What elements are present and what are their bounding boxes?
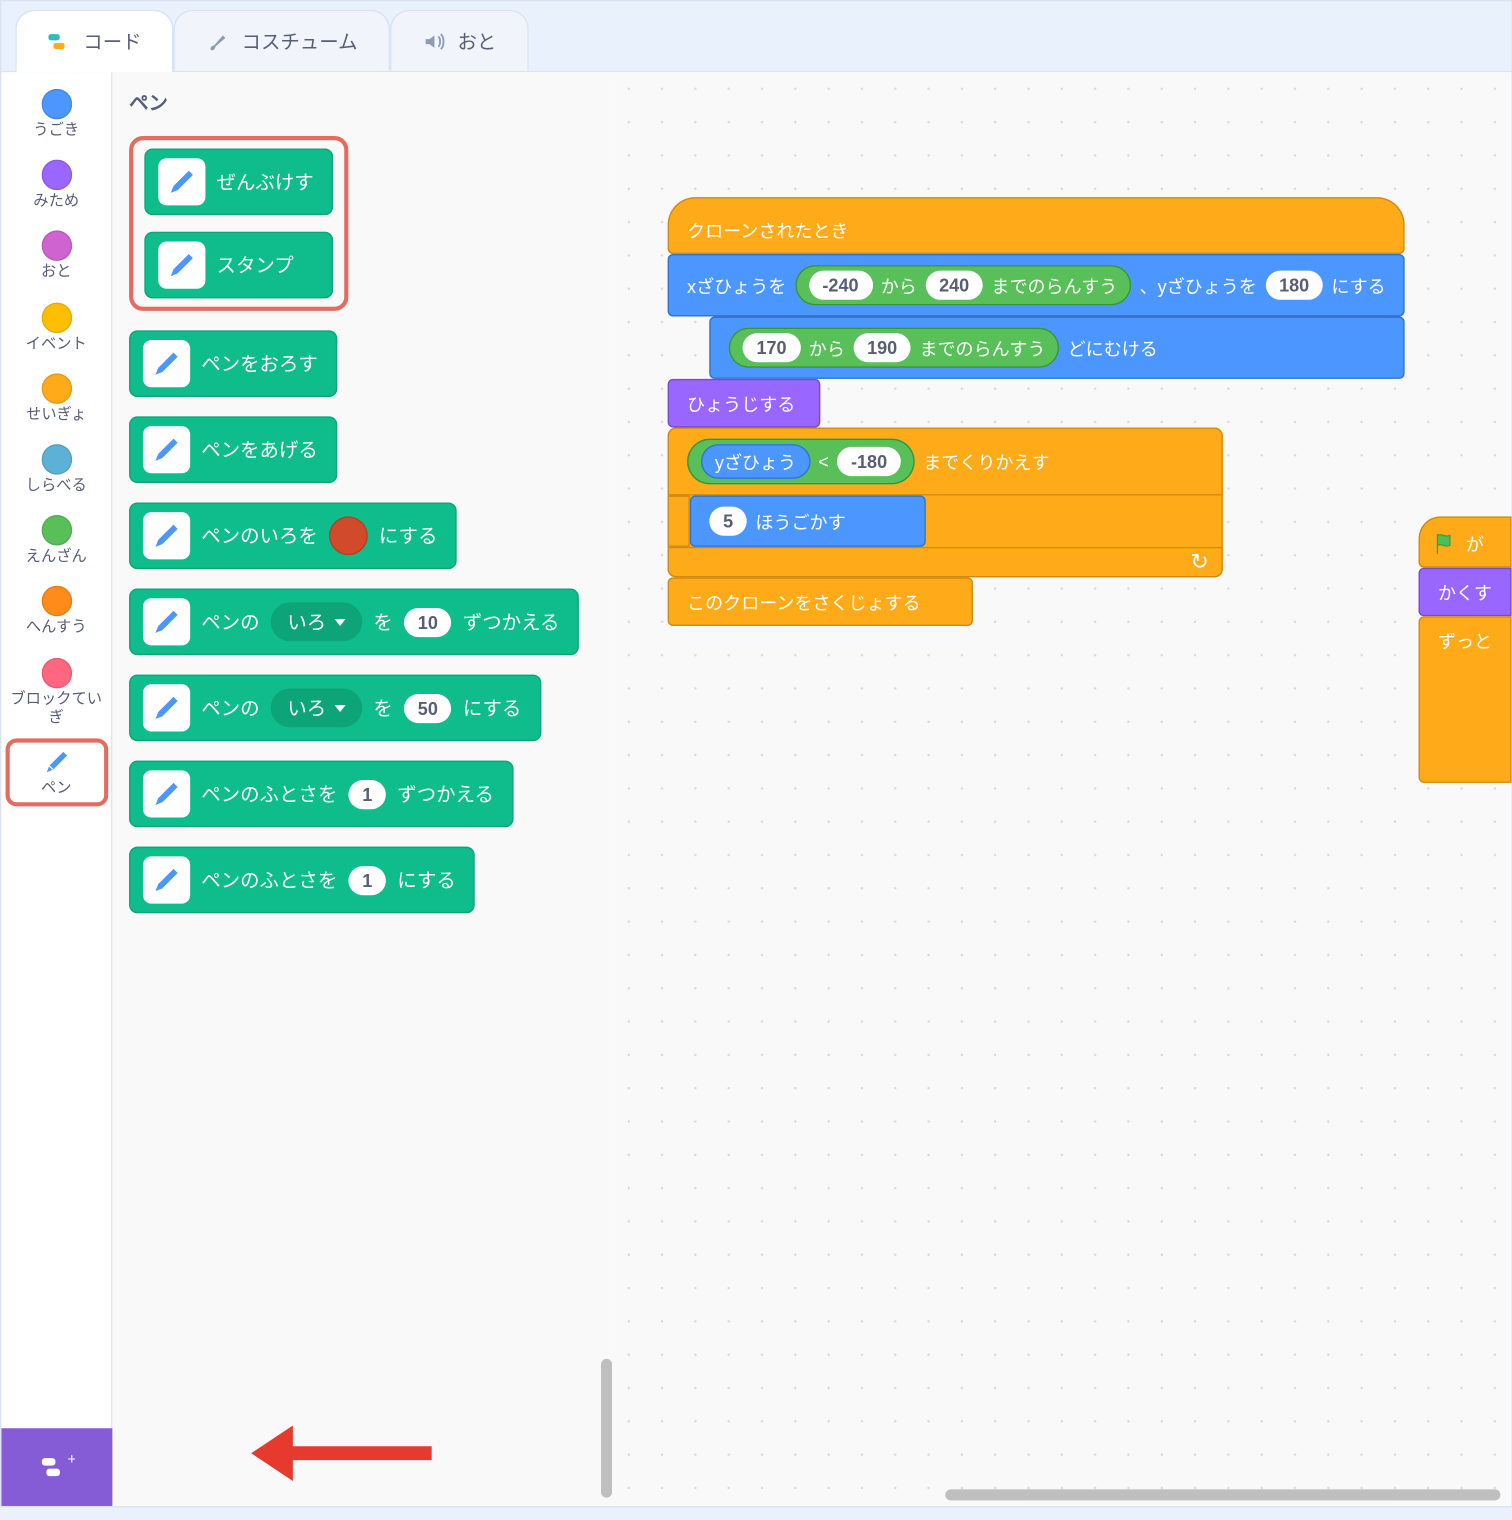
block-stamp[interactable]: スタンプ <box>144 232 333 299</box>
operator-random[interactable]: 170 から 190 までのらんすう <box>729 328 1060 368</box>
svg-text:+: + <box>67 1451 75 1468</box>
pen-icon <box>41 747 72 778</box>
tab-costumes[interactable]: コスチューム <box>174 10 390 71</box>
category-variables[interactable]: へんすう <box>8 581 105 644</box>
tab-sounds-label: おと <box>457 27 496 55</box>
value-input[interactable]: 10 <box>404 607 452 636</box>
value-input[interactable]: 1 <box>348 865 386 894</box>
block-palette: ペン ぜんぶけす スタンプ ペンをおろす <box>112 72 612 1506</box>
attr-dropdown[interactable]: いろ <box>271 688 363 727</box>
block-change-pen-attr[interactable]: ペンの いろ を 10 ずつかえる <box>129 589 579 656</box>
block-change-pen-size[interactable]: ペンのふとさを 1 ずつかえる <box>129 761 513 828</box>
loop-arrow-icon: ↻ <box>1190 548 1209 576</box>
highlight-box: ぜんぶけす スタンプ <box>129 136 348 311</box>
tab-costumes-label: コスチューム <box>242 27 358 55</box>
block-set-pen-color[interactable]: ペンのいろを にする <box>129 502 457 569</box>
tab-sounds[interactable]: おと <box>389 10 528 71</box>
attr-dropdown[interactable]: いろ <box>271 602 363 641</box>
sound-icon <box>421 28 446 53</box>
block-show[interactable]: ひょうじする <box>668 379 821 428</box>
color-swatch[interactable] <box>329 516 368 555</box>
block-pen-down[interactable]: ペンをおろす <box>129 330 337 397</box>
brush-icon <box>205 28 230 53</box>
add-extension-icon: + <box>39 1449 75 1485</box>
tab-bar: コード コスチューム おと <box>1 1 1511 70</box>
pen-icon <box>143 856 190 903</box>
palette-heading: ペン <box>129 89 598 117</box>
block-repeat-until[interactable]: yざひょう < -180 までくりかえす 5 ほうごかす ↻ <box>668 428 1223 578</box>
pen-icon <box>143 598 190 645</box>
pen-icon <box>143 426 190 473</box>
pen-icon <box>143 770 190 817</box>
block-hide[interactable]: かくす <box>1419 568 1512 617</box>
category-sensing[interactable]: しらべる <box>8 439 105 502</box>
operator-lt[interactable]: yざひょう < -180 <box>687 439 915 485</box>
pen-icon <box>143 340 190 387</box>
code-icon <box>47 28 72 53</box>
block-when-flag[interactable]: が <box>1419 516 1512 567</box>
block-erase-all[interactable]: ぜんぶけす <box>144 149 333 216</box>
value-input[interactable]: 50 <box>404 693 452 722</box>
pen-icon <box>143 684 190 731</box>
block-delete-clone[interactable]: このクローンをさくじょする <box>668 577 973 626</box>
workspace-scrollbar-h[interactable] <box>945 1489 1500 1500</box>
pen-icon <box>158 242 205 289</box>
reporter-y-position[interactable]: yざひょう <box>701 444 810 479</box>
script-stack-1[interactable]: クローンされたとき xざひょうを -240 から 240 までのらんすう 、yざ… <box>668 197 1406 626</box>
category-pen[interactable]: ペン <box>8 741 105 804</box>
block-point-direction[interactable]: 170 から 190 までのらんすう どにむける <box>709 316 1405 378</box>
category-operators[interactable]: えんざん <box>8 510 105 573</box>
block-forever[interactable]: ずっと <box>1419 616 1512 783</box>
palette-scrollbar[interactable] <box>601 1359 612 1498</box>
pen-icon <box>158 158 205 205</box>
value-input[interactable]: 1 <box>348 779 386 808</box>
block-when-cloned[interactable]: クローンされたとき <box>668 197 1406 254</box>
block-pen-up[interactable]: ペンをあげる <box>129 416 337 483</box>
block-move-steps[interactable]: 5 ほうごかす <box>690 496 926 547</box>
block-set-pen-attr[interactable]: ペンの いろ を 50 にする <box>129 675 541 742</box>
category-sidebar: うごき みため おと イベント せいぎょ しらべる えんざん へんすう ブロック… <box>1 72 112 1506</box>
tab-code-label: コード <box>83 27 141 55</box>
category-sound[interactable]: おと <box>8 225 105 288</box>
block-set-pen-size[interactable]: ペンのふとさを 1 にする <box>129 847 475 914</box>
pen-icon <box>143 512 190 559</box>
tab-code[interactable]: コード <box>15 10 173 71</box>
category-looks[interactable]: みため <box>8 154 105 217</box>
category-events[interactable]: イベント <box>8 296 105 359</box>
script-workspace[interactable]: クローンされたとき xざひょうを -240 から 240 までのらんすう 、yざ… <box>612 72 1511 1506</box>
arrow-annotation <box>237 1419 445 1495</box>
category-myblocks[interactable]: ブロックていぎ <box>8 652 105 733</box>
block-goto-xy[interactable]: xざひょうを -240 から 240 までのらんすう 、yざひょうを 180 に… <box>668 254 1406 316</box>
category-motion[interactable]: うごき <box>8 83 105 146</box>
flag-icon <box>1432 531 1457 556</box>
category-control[interactable]: せいぎょ <box>8 367 105 430</box>
operator-random[interactable]: -240 から 240 までのらんすう <box>795 265 1132 305</box>
add-extension-button[interactable]: + <box>1 1428 112 1506</box>
script-stack-2[interactable]: が かくす ずっと <box>1419 516 1512 782</box>
